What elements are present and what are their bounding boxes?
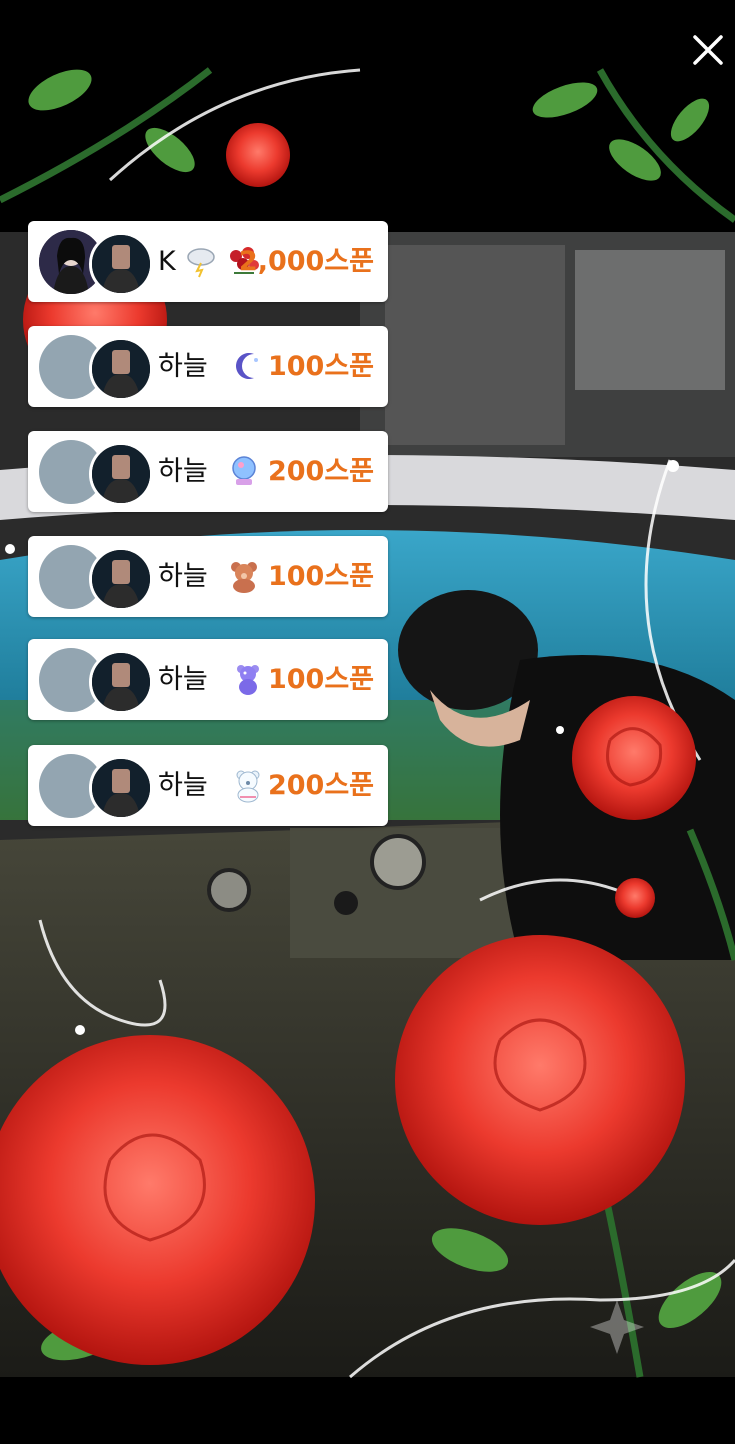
stream-background	[0, 0, 735, 1444]
sender-name: K	[158, 246, 176, 277]
avatar-pair	[39, 754, 153, 820]
gift-notification[interactable]: 하늘 100스푼	[28, 639, 388, 720]
sender-name: 하늘	[158, 351, 208, 382]
avatar-pair	[39, 440, 153, 506]
crystal-ball-icon	[232, 456, 256, 485]
sender-name: 하늘	[158, 456, 208, 487]
storm-cloud-icon	[187, 248, 215, 278]
gift-amount: 200스푼	[267, 456, 374, 487]
close-icon	[693, 35, 723, 65]
gift-notification[interactable]: 하늘 200스푼	[28, 745, 388, 826]
polar-bear-icon	[236, 770, 260, 803]
live-stream-screen: K 2,000스푼 하늘 100스푼 하늘 200스푼 하늘 100스푼 하늘 …	[0, 0, 735, 1444]
gift-notification[interactable]: 하늘 100스푼	[28, 326, 388, 407]
sender-name: 하늘	[158, 664, 208, 695]
teddy-bear-icon	[231, 562, 257, 593]
sender-name: 하늘	[158, 561, 208, 592]
sender-name: 하늘	[158, 770, 208, 801]
avatar-pair	[39, 648, 153, 714]
gift-amount: 100스푼	[267, 561, 374, 592]
gift-amount: 100스푼	[267, 351, 374, 382]
close-button[interactable]	[686, 28, 730, 72]
crescent-moon-icon	[236, 353, 258, 379]
avatar-pair	[39, 545, 153, 611]
gift-amount: 100스푼	[267, 664, 374, 695]
host-avatar	[89, 232, 153, 296]
avatar-pair	[39, 230, 153, 296]
host-avatar	[89, 756, 153, 820]
host-avatar	[89, 650, 153, 714]
host-avatar	[89, 442, 153, 506]
gift-notification[interactable]: 하늘 100스푼	[28, 536, 388, 617]
gift-notification[interactable]: 하늘 200스푼	[28, 431, 388, 512]
host-avatar	[89, 547, 153, 611]
gummy-bear-icon	[237, 665, 259, 695]
gift-amount: 2,000스푼	[238, 246, 374, 277]
gift-notification[interactable]: K 2,000스푼	[28, 221, 388, 302]
host-avatar	[89, 337, 153, 401]
avatar-pair	[39, 335, 153, 401]
gift-amount: 200스푼	[267, 770, 374, 801]
